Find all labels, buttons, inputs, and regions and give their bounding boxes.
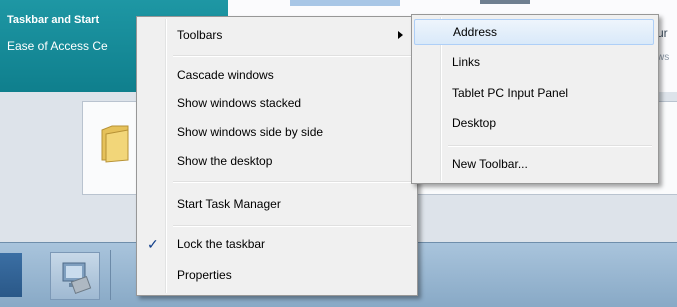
menu-item-label: Address <box>453 25 498 39</box>
menu-item-label: Show the desktop <box>177 154 273 168</box>
tile-subtitle: Ease of Access Ce <box>7 39 108 53</box>
menu-item-label: Tablet PC Input Panel <box>452 86 569 100</box>
menu-item-cascade-windows[interactable]: Cascade windows <box>139 63 413 87</box>
menu-item-label: Start Task Manager <box>177 197 281 211</box>
menu-item-start-task-manager[interactable]: Start Task Manager <box>139 192 413 216</box>
taskbar-button-left[interactable] <box>0 253 22 297</box>
menu-item-label: Lock the taskbar <box>177 237 266 251</box>
menu-item-show-side-by-side[interactable]: Show windows side by side <box>139 120 413 144</box>
tile-title: Taskbar and Start <box>7 14 100 26</box>
submenu-item-address[interactable]: Address <box>414 19 654 45</box>
menu-item-label: Properties <box>177 268 232 282</box>
header-accent-dark <box>480 0 530 4</box>
menu-separator <box>173 225 411 227</box>
taskbar-app-icon[interactable] <box>50 252 100 300</box>
menu-item-properties[interactable]: Properties <box>139 263 413 287</box>
header-accent <box>290 0 400 6</box>
menu-separator <box>173 181 411 183</box>
menu-item-label: Cascade windows <box>177 68 274 82</box>
taskbar-separator <box>110 250 111 300</box>
checkmark-icon: ✓ <box>147 236 159 252</box>
toolbars-submenu: Address Links Tablet PC Input Panel Desk… <box>411 14 659 184</box>
menu-item-show-desktop[interactable]: Show the desktop <box>139 149 413 173</box>
menu-item-show-windows-stacked[interactable]: Show windows stacked <box>139 91 413 115</box>
menu-item-label: Show windows stacked <box>177 96 302 110</box>
menu-separator <box>448 145 652 147</box>
submenu-item-tablet-pc-input-panel[interactable]: Tablet PC Input Panel <box>414 81 654 105</box>
menu-item-label: Links <box>452 55 481 69</box>
menu-item-lock-taskbar[interactable]: ✓ Lock the taskbar <box>139 232 413 256</box>
menu-item-label: Desktop <box>452 116 497 130</box>
submenu-item-new-toolbar[interactable]: New Toolbar... <box>414 152 654 176</box>
folder-icon[interactable] <box>98 120 132 164</box>
menu-separator <box>173 55 411 57</box>
submenu-item-desktop[interactable]: Desktop <box>414 111 654 135</box>
menu-item-label: Show windows side by side <box>177 125 324 139</box>
menu-item-label: Toolbars <box>177 28 223 42</box>
menu-item-label: New Toolbar... <box>452 157 528 171</box>
submenu-arrow-icon <box>398 31 403 39</box>
submenu-item-links[interactable]: Links <box>414 50 654 74</box>
computer-icon <box>62 262 92 295</box>
menu-item-toolbars[interactable]: Toolbars <box>139 23 413 47</box>
taskbar-context-menu: Toolbars Cascade windows Show windows st… <box>136 16 418 296</box>
